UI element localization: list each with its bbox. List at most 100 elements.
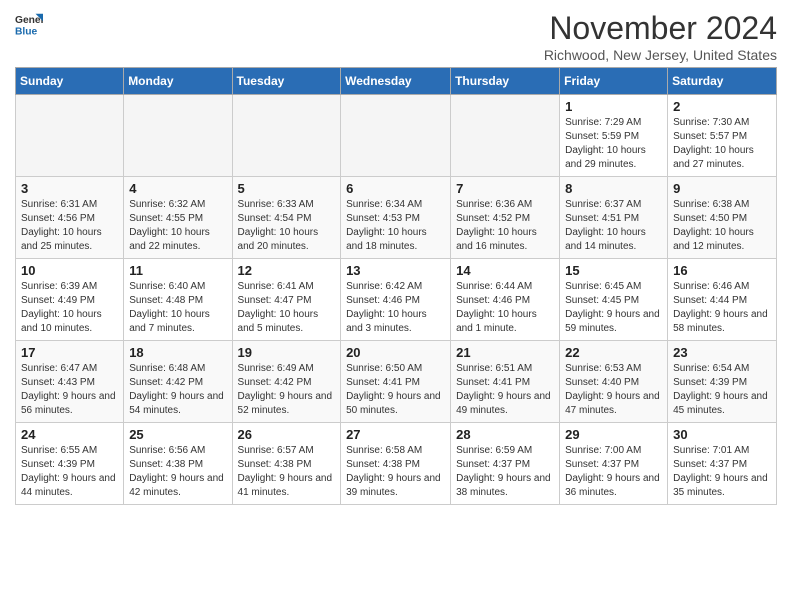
day-info: Sunrise: 7:30 AMSunset: 5:57 PMDaylight:… bbox=[673, 116, 771, 172]
day-info: Sunrise: 6:42 AMSunset: 4:46 PMDaylight:… bbox=[346, 280, 445, 336]
calendar-cell: 12 Sunrise: 6:41 AMSunset: 4:47 PMDayligh… bbox=[232, 259, 341, 341]
day-info: Sunrise: 6:36 AMSunset: 4:52 PMDaylight:… bbox=[456, 198, 554, 254]
day-info: Sunrise: 6:59 AMSunset: 4:37 PMDaylight:… bbox=[456, 444, 554, 500]
day-info: Sunrise: 6:38 AMSunset: 4:50 PMDaylight:… bbox=[673, 198, 771, 254]
calendar-cell: 16 Sunrise: 6:46 AMSunset: 4:44 PMDayligh… bbox=[668, 259, 777, 341]
day-number: 20 bbox=[346, 345, 445, 360]
day-number: 19 bbox=[238, 345, 336, 360]
day-number: 6 bbox=[346, 181, 445, 196]
location-subtitle: Richwood, New Jersey, United States bbox=[544, 47, 777, 63]
title-block: November 2024 Richwood, New Jersey, Unit… bbox=[544, 10, 777, 63]
day-number: 30 bbox=[673, 427, 771, 442]
day-info: Sunrise: 6:37 AMSunset: 4:51 PMDaylight:… bbox=[565, 198, 662, 254]
day-number: 10 bbox=[21, 263, 118, 278]
day-number: 5 bbox=[238, 181, 336, 196]
day-number: 28 bbox=[456, 427, 554, 442]
calendar-cell: 21 Sunrise: 6:51 AMSunset: 4:41 PMDayligh… bbox=[451, 341, 560, 423]
day-info: Sunrise: 6:53 AMSunset: 4:40 PMDaylight:… bbox=[565, 362, 662, 418]
day-number: 17 bbox=[21, 345, 118, 360]
logo: General Blue bbox=[15, 10, 43, 38]
calendar-cell bbox=[451, 95, 560, 177]
calendar-cell: 9 Sunrise: 6:38 AMSunset: 4:50 PMDaylight… bbox=[668, 177, 777, 259]
calendar-cell bbox=[16, 95, 124, 177]
day-number: 21 bbox=[456, 345, 554, 360]
week-row-4: 17 Sunrise: 6:47 AMSunset: 4:43 PMDayligh… bbox=[16, 341, 777, 423]
day-info: Sunrise: 6:34 AMSunset: 4:53 PMDaylight:… bbox=[346, 198, 445, 254]
day-number: 1 bbox=[565, 99, 662, 114]
calendar-table: SundayMondayTuesdayWednesdayThursdayFrid… bbox=[15, 67, 777, 505]
calendar-cell: 13Sunrise: 6:42 AMSunset: 4:46 PMDayligh… bbox=[341, 259, 451, 341]
day-number: 29 bbox=[565, 427, 662, 442]
week-row-2: 3 Sunrise: 6:31 AMSunset: 4:56 PMDaylight… bbox=[16, 177, 777, 259]
day-info: Sunrise: 7:29 AMSunset: 5:59 PMDaylight:… bbox=[565, 116, 662, 172]
calendar-cell: 6 Sunrise: 6:34 AMSunset: 4:53 PMDaylight… bbox=[341, 177, 451, 259]
calendar-cell: 30 Sunrise: 7:01 AMSunset: 4:37 PMDayligh… bbox=[668, 423, 777, 505]
day-number: 26 bbox=[238, 427, 336, 442]
day-number: 18 bbox=[129, 345, 226, 360]
day-info: Sunrise: 6:54 AMSunset: 4:39 PMDaylight:… bbox=[673, 362, 771, 418]
day-info: Sunrise: 6:57 AMSunset: 4:38 PMDaylight:… bbox=[238, 444, 336, 500]
calendar-cell: 7 Sunrise: 6:36 AMSunset: 4:52 PMDaylight… bbox=[451, 177, 560, 259]
weekday-header-wednesday: Wednesday bbox=[341, 68, 451, 95]
day-info: Sunrise: 6:49 AMSunset: 4:42 PMDaylight:… bbox=[238, 362, 336, 418]
day-info: Sunrise: 6:48 AMSunset: 4:42 PMDaylight:… bbox=[129, 362, 226, 418]
day-info: Sunrise: 7:00 AMSunset: 4:37 PMDaylight:… bbox=[565, 444, 662, 500]
calendar-cell bbox=[341, 95, 451, 177]
day-info: Sunrise: 6:56 AMSunset: 4:38 PMDaylight:… bbox=[129, 444, 226, 500]
day-number: 14 bbox=[456, 263, 554, 278]
day-info: Sunrise: 6:47 AMSunset: 4:43 PMDaylight:… bbox=[21, 362, 118, 418]
day-info: Sunrise: 6:40 AMSunset: 4:48 PMDaylight:… bbox=[129, 280, 226, 336]
calendar-cell: 15Sunrise: 6:45 AMSunset: 4:45 PMDayligh… bbox=[560, 259, 668, 341]
weekday-header-tuesday: Tuesday bbox=[232, 68, 341, 95]
calendar-cell: 23 Sunrise: 6:54 AMSunset: 4:39 PMDayligh… bbox=[668, 341, 777, 423]
day-info: Sunrise: 6:33 AMSunset: 4:54 PMDaylight:… bbox=[238, 198, 336, 254]
weekday-header-thursday: Thursday bbox=[451, 68, 560, 95]
day-info: Sunrise: 6:44 AMSunset: 4:46 PMDaylight:… bbox=[456, 280, 554, 336]
day-info: Sunrise: 6:46 AMSunset: 4:44 PMDaylight:… bbox=[673, 280, 771, 336]
weekday-header-monday: Monday bbox=[124, 68, 232, 95]
day-number: 7 bbox=[456, 181, 554, 196]
calendar-cell: 22 Sunrise: 6:53 AMSunset: 4:40 PMDayligh… bbox=[560, 341, 668, 423]
week-row-1: 1 Sunrise: 7:29 AMSunset: 5:59 PMDaylight… bbox=[16, 95, 777, 177]
day-info: Sunrise: 6:51 AMSunset: 4:41 PMDaylight:… bbox=[456, 362, 554, 418]
weekday-header-saturday: Saturday bbox=[668, 68, 777, 95]
day-number: 24 bbox=[21, 427, 118, 442]
calendar-cell: 17 Sunrise: 6:47 AMSunset: 4:43 PMDayligh… bbox=[16, 341, 124, 423]
day-number: 27 bbox=[346, 427, 445, 442]
day-number: 23 bbox=[673, 345, 771, 360]
weekday-header-friday: Friday bbox=[560, 68, 668, 95]
day-number: 9 bbox=[673, 181, 771, 196]
calendar-cell: 28 Sunrise: 6:59 AMSunset: 4:37 PMDayligh… bbox=[451, 423, 560, 505]
calendar-cell bbox=[124, 95, 232, 177]
day-info: Sunrise: 6:58 AMSunset: 4:38 PMDaylight:… bbox=[346, 444, 445, 500]
day-info: Sunrise: 6:39 AMSunset: 4:49 PMDaylight:… bbox=[21, 280, 118, 336]
calendar-cell: 2 Sunrise: 7:30 AMSunset: 5:57 PMDaylight… bbox=[668, 95, 777, 177]
calendar-cell: 26 Sunrise: 6:57 AMSunset: 4:38 PMDayligh… bbox=[232, 423, 341, 505]
calendar-cell: 8 Sunrise: 6:37 AMSunset: 4:51 PMDaylight… bbox=[560, 177, 668, 259]
day-number: 16 bbox=[673, 263, 771, 278]
day-number: 3 bbox=[21, 181, 118, 196]
calendar-cell: 5 Sunrise: 6:33 AMSunset: 4:54 PMDaylight… bbox=[232, 177, 341, 259]
logo-icon: General Blue bbox=[15, 10, 43, 38]
calendar-cell: 4Sunrise: 6:32 AMSunset: 4:55 PMDaylight… bbox=[124, 177, 232, 259]
day-number: 8 bbox=[565, 181, 662, 196]
day-info: Sunrise: 6:55 AMSunset: 4:39 PMDaylight:… bbox=[21, 444, 118, 500]
calendar-cell: 14 Sunrise: 6:44 AMSunset: 4:46 PMDayligh… bbox=[451, 259, 560, 341]
month-title: November 2024 bbox=[544, 10, 777, 47]
day-number: 22 bbox=[565, 345, 662, 360]
week-row-5: 24 Sunrise: 6:55 AMSunset: 4:39 PMDayligh… bbox=[16, 423, 777, 505]
day-number: 12 bbox=[238, 263, 336, 278]
weekday-header-row: SundayMondayTuesdayWednesdayThursdayFrid… bbox=[16, 68, 777, 95]
day-number: 25 bbox=[129, 427, 226, 442]
day-number: 11 bbox=[129, 263, 226, 278]
calendar-cell: 10 Sunrise: 6:39 AMSunset: 4:49 PMDayligh… bbox=[16, 259, 124, 341]
calendar-cell: 19 Sunrise: 6:49 AMSunset: 4:42 PMDayligh… bbox=[232, 341, 341, 423]
weekday-header-sunday: Sunday bbox=[16, 68, 124, 95]
day-info: Sunrise: 6:31 AMSunset: 4:56 PMDaylight:… bbox=[21, 198, 118, 254]
calendar-cell: 18 Sunrise: 6:48 AMSunset: 4:42 PMDayligh… bbox=[124, 341, 232, 423]
day-number: 2 bbox=[673, 99, 771, 114]
page-header: General Blue November 2024 Richwood, New… bbox=[15, 10, 777, 63]
day-info: Sunrise: 7:01 AMSunset: 4:37 PMDaylight:… bbox=[673, 444, 771, 500]
calendar-cell: 27 Sunrise: 6:58 AMSunset: 4:38 PMDayligh… bbox=[341, 423, 451, 505]
day-info: Sunrise: 6:41 AMSunset: 4:47 PMDaylight:… bbox=[238, 280, 336, 336]
